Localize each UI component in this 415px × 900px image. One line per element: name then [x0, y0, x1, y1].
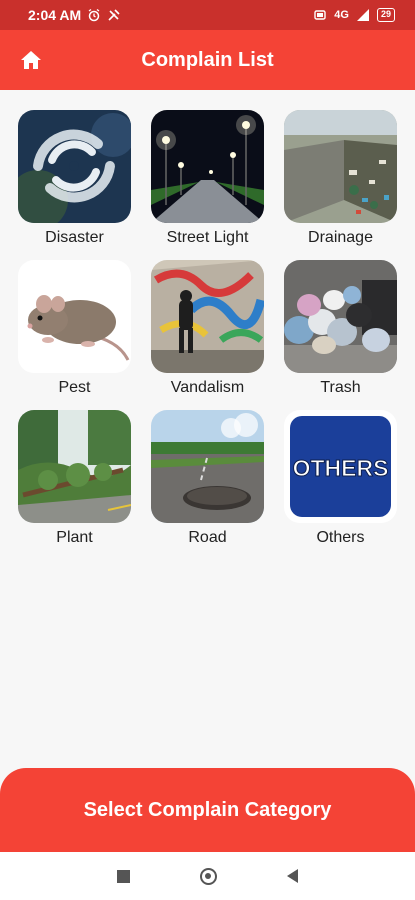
fallen-tree-image — [18, 410, 131, 523]
category-plant[interactable]: Plant — [16, 410, 133, 558]
category-label: Others — [316, 529, 365, 546]
rat-image — [18, 260, 131, 373]
category-grid: Disaster Street Light Drainage Pest Vand… — [16, 110, 399, 558]
select-category-label: Select Complain Category — [83, 798, 332, 821]
battery-indicator: 29 — [376, 8, 395, 22]
category-pest[interactable]: Pest — [16, 260, 133, 408]
category-label: Street Light — [166, 229, 249, 246]
signal-type: 4G — [334, 9, 349, 21]
category-label: Disaster — [45, 229, 104, 246]
signal-icon — [356, 8, 370, 22]
system-nav-bar — [0, 852, 415, 900]
others-sign-image: OTHERS — [284, 410, 397, 523]
category-vandalism[interactable]: Vandalism — [149, 260, 266, 408]
sim-icon — [313, 8, 327, 22]
pothole-image — [151, 410, 264, 523]
hurricane-image — [18, 110, 131, 223]
category-label: Vandalism — [170, 379, 245, 396]
tools-icon — [107, 8, 121, 22]
graffiti-image — [151, 260, 264, 373]
alarm-icon — [87, 8, 101, 22]
home-icon — [21, 51, 41, 69]
category-road[interactable]: Road — [149, 410, 266, 558]
home-button[interactable] — [18, 47, 44, 73]
page-title: Complain List — [141, 48, 274, 71]
category-label: Trash — [320, 379, 361, 396]
category-label: Plant — [56, 529, 93, 546]
category-trash[interactable]: Trash — [282, 260, 399, 408]
back-button[interactable] — [287, 869, 298, 883]
drain-image — [284, 110, 397, 223]
category-disaster[interactable]: Disaster — [16, 110, 133, 258]
status-bar: 2:04 AM 4G 29 — [0, 0, 415, 30]
others-sign-text: OTHERS — [293, 455, 389, 481]
home-nav-button[interactable] — [200, 867, 217, 885]
status-time: 2:04 AM — [28, 7, 82, 23]
recents-button[interactable] — [117, 869, 130, 883]
category-label: Road — [188, 529, 227, 546]
app-bar: Complain List — [0, 30, 415, 90]
category-drainage[interactable]: Drainage — [282, 110, 399, 258]
category-street-light[interactable]: Street Light — [149, 110, 266, 258]
trash-bags-image — [284, 260, 397, 373]
select-category-button[interactable]: Select Complain Category — [0, 768, 415, 852]
category-label: Drainage — [308, 229, 373, 246]
category-others[interactable]: OTHERS Others — [282, 410, 399, 558]
street-lights-image — [151, 110, 264, 223]
category-label: Pest — [58, 379, 91, 396]
